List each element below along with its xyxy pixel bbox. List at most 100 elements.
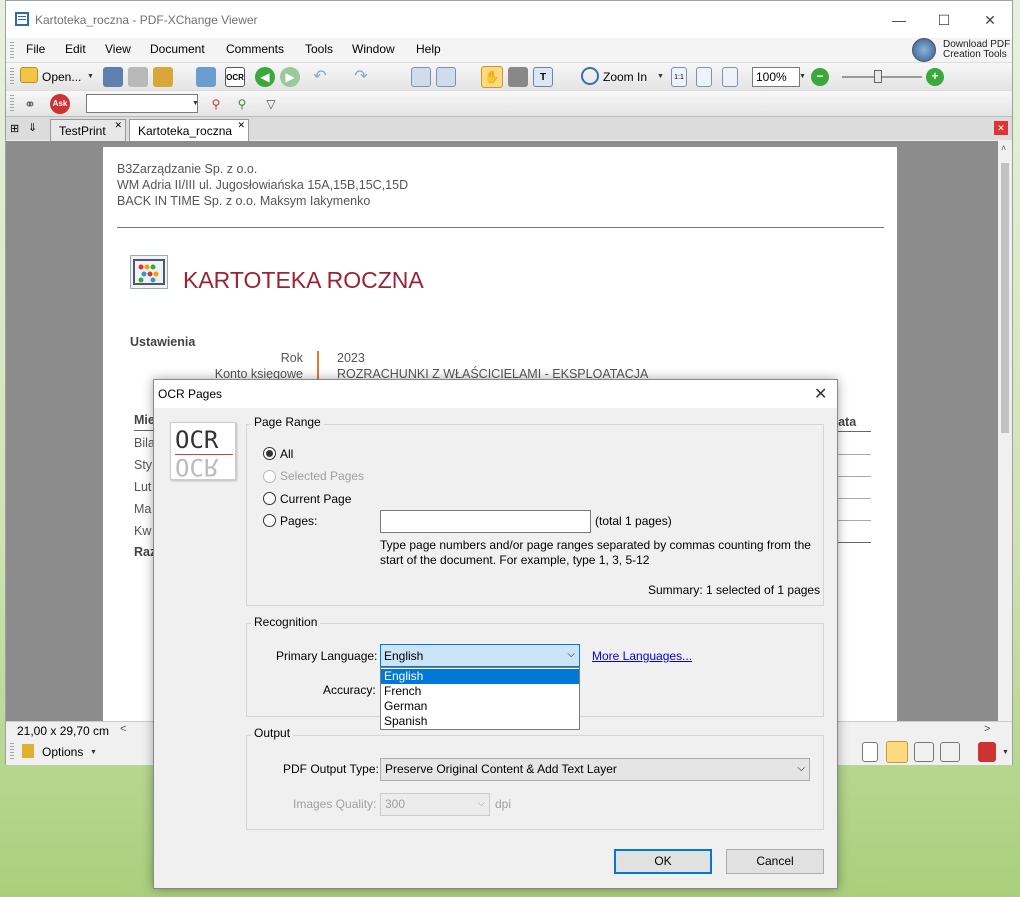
bottom-grip[interactable] <box>10 743 14 761</box>
extract-icon[interactable] <box>436 67 456 87</box>
scroll-thumb[interactable] <box>1001 163 1009 433</box>
radio-current-page[interactable] <box>263 492 276 505</box>
scroll-left-icon[interactable]: < <box>120 723 126 735</box>
select-text-icon[interactable]: T <box>533 67 553 87</box>
actual-size-icon[interactable]: 1:1 <box>671 67 687 87</box>
tab-close-icon[interactable]: ✕ <box>237 120 245 131</box>
zoom-in-button[interactable]: Zoom In ▼ <box>581 66 665 88</box>
close-document-icon[interactable]: ✕ <box>994 121 1008 135</box>
zoom-out-icon[interactable]: − <box>811 68 829 86</box>
back-icon[interactable]: ◀ <box>255 67 275 87</box>
toolbar-grip[interactable] <box>10 68 14 86</box>
table-cell: Mie <box>134 413 155 427</box>
minimize-button[interactable]: — <box>876 7 922 33</box>
radio-all[interactable] <box>263 447 276 460</box>
print-icon[interactable] <box>128 67 148 87</box>
binoculars-icon[interactable]: ⚭ <box>20 94 40 114</box>
radio-selected-pages[interactable] <box>263 470 276 483</box>
menu-comments[interactable]: Comments <box>226 42 284 56</box>
find-icon[interactable]: ⚲ <box>206 94 226 114</box>
ask-icon[interactable]: Ask <box>50 94 70 114</box>
tab-kartoteka[interactable]: Kartoteka_roczna ✕ <box>129 119 249 141</box>
forward-icon[interactable]: ▶ <box>280 67 300 87</box>
scroll-up-icon[interactable]: ˄ <box>1001 143 1006 153</box>
language-option-german[interactable]: German <box>381 699 579 714</box>
ok-button[interactable]: OK <box>614 849 712 874</box>
menu-document[interactable]: Document <box>150 42 205 56</box>
menu-view[interactable]: View <box>105 42 131 56</box>
email-icon[interactable] <box>153 67 173 87</box>
search-dropdown-icon[interactable]: ▼ <box>192 100 199 107</box>
options-label: Options <box>42 745 84 759</box>
images-quality-value: 300 <box>385 797 406 811</box>
tab-testprint[interactable]: TestPrint ✕ <box>50 119 126 141</box>
tab-close-icon[interactable]: ✕ <box>114 120 122 131</box>
title-bar[interactable]: Kartoteka_roczna - PDF-XChange Viewer — … <box>6 1 1012 38</box>
undo-icon[interactable]: ↶ <box>310 67 330 87</box>
hand-tool-icon[interactable]: ✋ <box>481 66 503 88</box>
promo-download-pdf[interactable]: Download PDF Creation Tools <box>912 36 1010 64</box>
options-flag-icon <box>22 744 34 758</box>
primary-language-select[interactable]: English ⌵ <box>380 644 580 667</box>
radio-all-label[interactable]: All <box>280 447 293 461</box>
redo-icon[interactable]: ↷ <box>351 67 371 87</box>
pages-input[interactable] <box>380 510 591 533</box>
more-languages-link[interactable]: More Languages... <box>592 649 692 663</box>
radio-pages[interactable] <box>263 514 276 527</box>
toolbar2-grip[interactable] <box>10 95 14 113</box>
tab-grid-icon[interactable]: ⊞ <box>10 122 19 135</box>
doc-divider <box>117 227 884 228</box>
scroll-right-icon[interactable]: > <box>984 723 990 735</box>
fit-page-icon[interactable] <box>696 67 712 87</box>
dialog-close-icon[interactable]: ✕ <box>814 384 827 404</box>
open-button[interactable]: Open... ▼ <box>20 66 96 88</box>
doc-header-line: B3Zarządzanie Sp. z o.o. <box>117 162 258 176</box>
snapshot-icon[interactable] <box>508 67 528 87</box>
open-dropdown-icon: ▼ <box>87 73 94 80</box>
zoom-plus-icon[interactable]: + <box>926 68 944 86</box>
menu-grip[interactable] <box>10 42 14 58</box>
facing-pages-icon[interactable] <box>914 742 934 762</box>
menu-help[interactable]: Help <box>416 42 441 56</box>
close-button[interactable]: ✕ <box>967 7 1013 33</box>
secondary-toolbar: ⚭ Ask ▼ ⚲ ⚲ ▽ <box>6 90 1012 116</box>
continuous-page-icon[interactable] <box>886 741 908 763</box>
filter-icon[interactable]: ▽ <box>261 94 281 114</box>
menu-file[interactable]: File <box>26 42 45 56</box>
language-option-spanish[interactable]: Spanish <box>381 714 579 729</box>
tab-list-icon[interactable]: ⇓ <box>28 121 37 134</box>
options-button[interactable]: Options ▼ <box>22 742 102 762</box>
language-option-french[interactable]: French <box>381 684 579 699</box>
vertical-scrollbar[interactable]: ˄ <box>998 141 1012 721</box>
zoom-slider[interactable] <box>842 70 922 83</box>
continuous-facing-icon[interactable] <box>940 742 960 762</box>
zoom-slider-thumb[interactable] <box>874 70 882 83</box>
ocr-icon[interactable]: OCR <box>225 67 245 87</box>
radio-current-page-label[interactable]: Current Page <box>280 492 351 506</box>
pdf-dropdown-icon[interactable]: ▼ <box>1002 749 1009 756</box>
language-option-english[interactable]: English <box>381 669 579 684</box>
dialog-title-bar[interactable]: OCR Pages ✕ <box>154 380 837 408</box>
menu-window[interactable]: Window <box>352 42 395 56</box>
cancel-button[interactable]: Cancel <box>726 849 824 874</box>
search-input[interactable] <box>86 94 198 113</box>
zoom-level-input[interactable]: 100% <box>752 67 800 87</box>
output-type-select[interactable]: Preserve Original Content & Add Text Lay… <box>380 758 810 781</box>
radio-selected-pages-label[interactable]: Selected Pages <box>280 469 364 483</box>
pdf-icon[interactable] <box>978 742 996 762</box>
find-next-icon[interactable]: ⚲ <box>232 94 252 114</box>
table-rule <box>134 430 154 431</box>
save-icon[interactable] <box>103 67 123 87</box>
scan-icon[interactable] <box>196 67 216 87</box>
rotate-icon[interactable] <box>411 67 431 87</box>
single-page-icon[interactable] <box>862 742 878 762</box>
radio-pages-label[interactable]: Pages: <box>280 514 317 528</box>
images-quality-select[interactable]: 300 ⌵ <box>380 793 490 816</box>
fit-width-icon[interactable] <box>722 67 738 87</box>
menu-tools[interactable]: Tools <box>305 42 333 56</box>
total-pages-label: (total 1 pages) <box>595 514 672 528</box>
maximize-button[interactable]: ☐ <box>921 7 967 33</box>
zoom-in-label: Zoom In <box>603 70 648 84</box>
zoom-level-dropdown-icon[interactable]: ▼ <box>799 73 806 80</box>
menu-edit[interactable]: Edit <box>65 42 86 56</box>
